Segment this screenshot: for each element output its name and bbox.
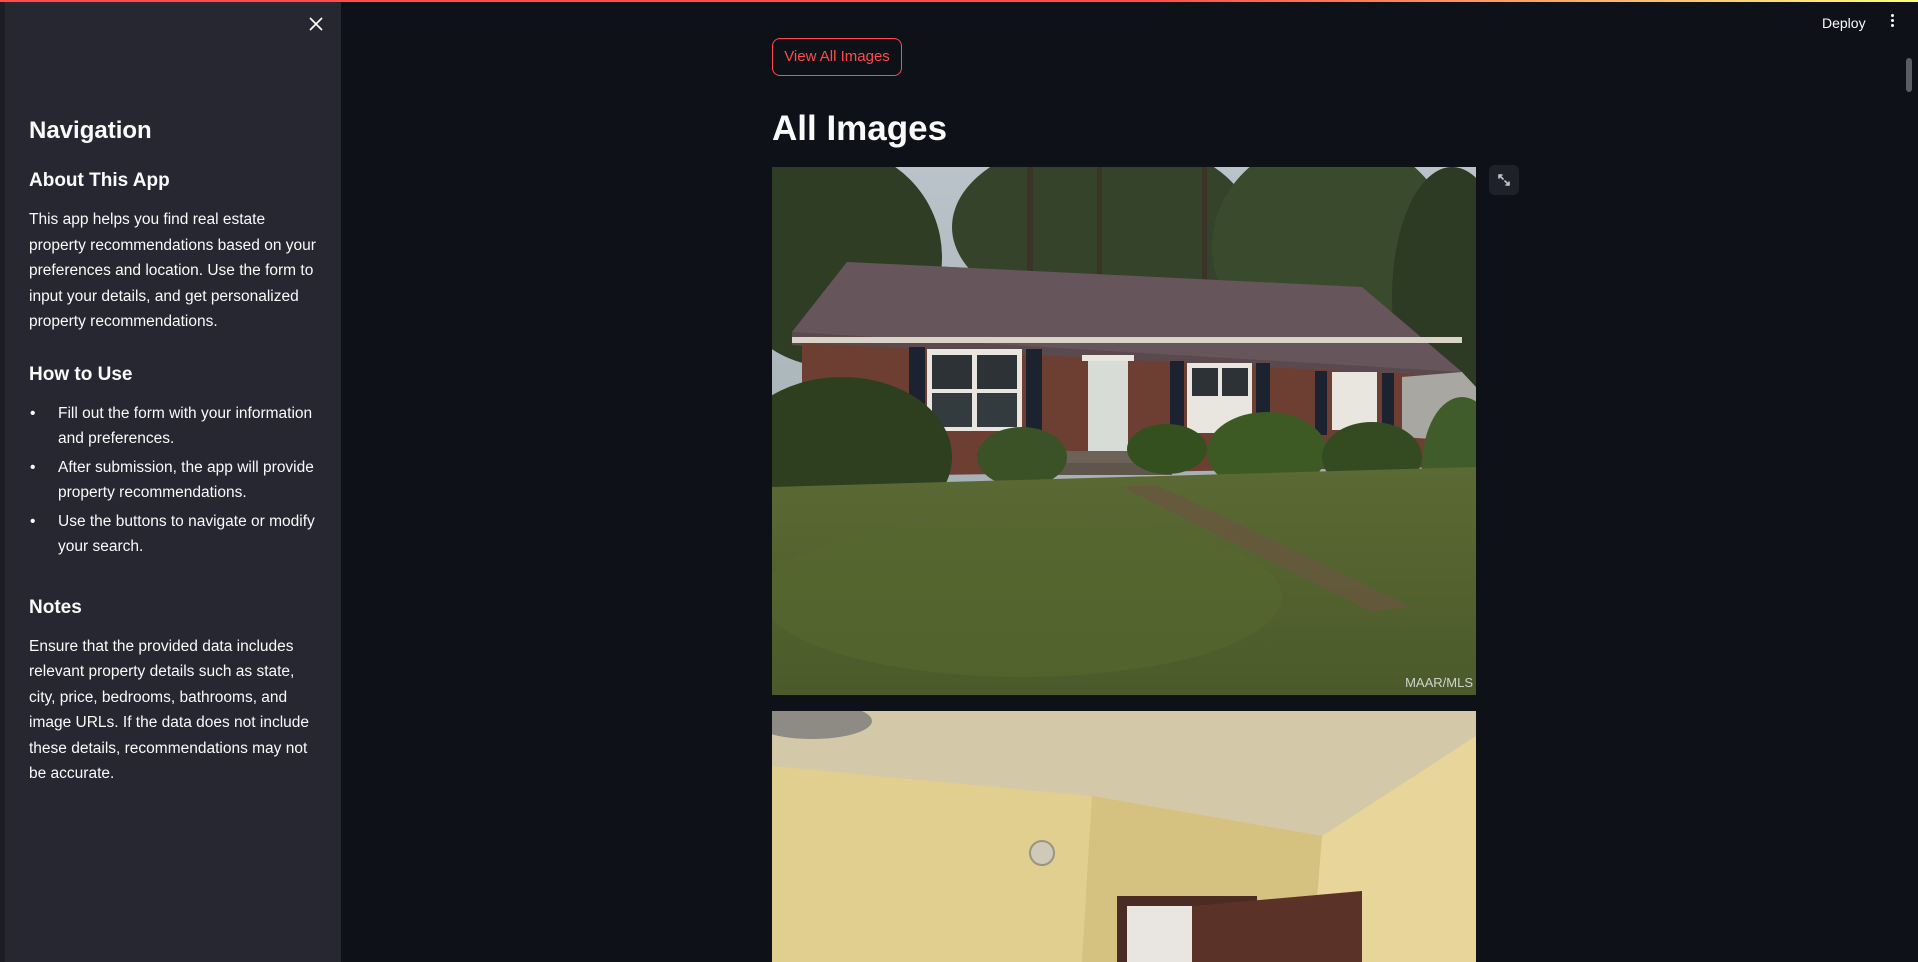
scrollbar[interactable] [1906, 58, 1912, 92]
top-decoration-bar [0, 0, 1918, 2]
deploy-button[interactable]: Deploy [1822, 13, 1866, 33]
sidebar-content: Navigation About This App This app helps… [29, 115, 321, 787]
room-interior-image [772, 711, 1476, 962]
fullscreen-button[interactable] [1489, 165, 1519, 195]
image-watermark: MAAR/MLS [1405, 675, 1473, 690]
sidebar: Navigation About This App This app helps… [0, 0, 341, 962]
how-to-list: Fill out the form with your information … [29, 401, 321, 560]
list-item: Use the buttons to navigate or modify yo… [29, 509, 321, 560]
notes-heading: Notes [29, 596, 82, 618]
close-sidebar-button[interactable] [304, 12, 328, 36]
close-icon [309, 17, 323, 31]
page-title: All Images [772, 109, 948, 148]
house-exterior-image [772, 167, 1476, 695]
sidebar-edge [0, 0, 5, 962]
list-item: Fill out the form with your information … [29, 401, 321, 452]
notes-text: Ensure that the provided data includes r… [29, 637, 310, 783]
sidebar-title: Navigation [29, 117, 152, 144]
about-text: This app helps you find real estate prop… [29, 211, 316, 330]
property-image-exterior: MAAR/MLS [772, 167, 1476, 695]
about-heading: About This App [29, 170, 170, 191]
how-to-heading: How to Use [29, 363, 133, 385]
property-image-interior [772, 711, 1476, 962]
list-item: After submission, the app will provide p… [29, 455, 321, 506]
view-all-images-button[interactable]: View All Images [772, 38, 902, 76]
expand-icon [1498, 174, 1510, 186]
kebab-menu-icon[interactable] [1884, 12, 1900, 34]
